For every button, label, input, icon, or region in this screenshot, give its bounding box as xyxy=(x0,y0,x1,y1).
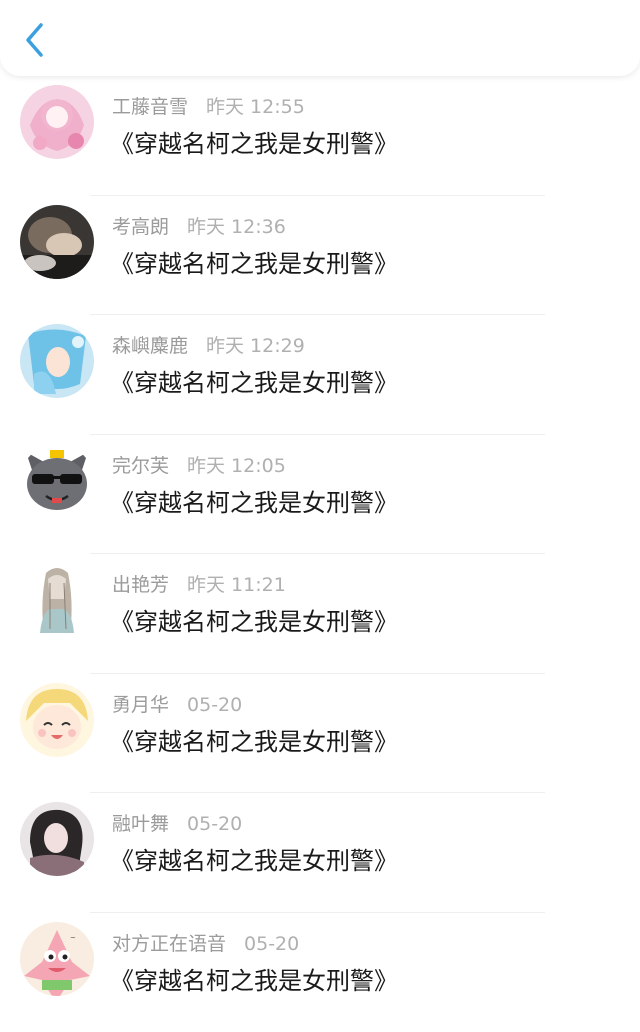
avatar[interactable] xyxy=(20,324,94,398)
list-item[interactable]: ~ 对方正在语音 05-20 《穿越名柯之我是女刑警》 xyxy=(0,913,640,1032)
message-text: 《穿越名柯之我是女刑警》 xyxy=(110,602,398,637)
message-text: 《穿越名柯之我是女刑警》 xyxy=(110,244,398,279)
message-text: 《穿越名柯之我是女刑警》 xyxy=(110,124,398,159)
avatar[interactable] xyxy=(20,802,94,876)
timestamp: 05-20 xyxy=(187,813,242,835)
sender-name: 勇月华 xyxy=(112,694,169,716)
avatar[interactable] xyxy=(20,444,94,518)
message-header: 出艳芳昨天 11:21 xyxy=(112,570,286,597)
timestamp: 昨天 12:36 xyxy=(187,216,286,238)
message-header: 森嶼麋鹿昨天 12:29 xyxy=(112,331,305,358)
list-item[interactable]: 融叶舞 05-20 《穿越名柯之我是女刑警》 xyxy=(0,793,640,913)
list-item[interactable]: 工藤音雪昨天 12:55 《穿越名柯之我是女刑警》 xyxy=(0,76,640,196)
message-text: 《穿越名柯之我是女刑警》 xyxy=(110,363,398,398)
message-header: 考高朗昨天 12:36 xyxy=(112,212,286,239)
sender-name: 工藤音雪 xyxy=(112,96,188,118)
message-text: 《穿越名柯之我是女刑警》 xyxy=(110,841,398,876)
message-text: 《穿越名柯之我是女刑警》 xyxy=(110,961,398,996)
sender-name: 考高朗 xyxy=(112,216,169,238)
chevron-left-icon xyxy=(23,22,45,58)
svg-text:~: ~ xyxy=(70,934,76,942)
avatar[interactable] xyxy=(20,683,94,757)
avatar[interactable] xyxy=(20,563,94,637)
timestamp: 昨天 12:05 xyxy=(187,455,286,477)
list-item[interactable]: 森嶼麋鹿昨天 12:29 《穿越名柯之我是女刑警》 xyxy=(0,315,640,435)
avatar[interactable] xyxy=(20,205,94,279)
avatar[interactable] xyxy=(20,85,94,159)
message-header: 完尔芙昨天 12:05 xyxy=(112,451,286,478)
message-header: 融叶舞 05-20 xyxy=(112,809,242,836)
sender-name: 完尔芙 xyxy=(112,455,169,477)
message-header: 对方正在语音 05-20 xyxy=(112,929,299,956)
message-list: 工藤音雪昨天 12:55 《穿越名柯之我是女刑警》 考高朗昨天 12:36 《穿… xyxy=(0,76,640,1032)
top-bar xyxy=(0,0,640,76)
list-item[interactable]: 完尔芙昨天 12:05 《穿越名柯之我是女刑警》 xyxy=(0,435,640,555)
timestamp: 昨天 12:29 xyxy=(206,335,305,357)
sender-name: 森嶼麋鹿 xyxy=(112,335,188,357)
list-item[interactable]: 出艳芳昨天 11:21 《穿越名柯之我是女刑警》 xyxy=(0,554,640,674)
sender-name: 对方正在语音 xyxy=(112,933,226,955)
timestamp: 05-20 xyxy=(244,933,299,955)
message-text: 《穿越名柯之我是女刑警》 xyxy=(110,722,398,757)
timestamp: 昨天 12:55 xyxy=(206,96,305,118)
list-item[interactable]: 勇月华 05-20 《穿越名柯之我是女刑警》 xyxy=(0,674,640,794)
avatar[interactable]: ~ xyxy=(20,922,94,996)
message-header: 工藤音雪昨天 12:55 xyxy=(112,92,305,119)
list-item[interactable]: 考高朗昨天 12:36 《穿越名柯之我是女刑警》 xyxy=(0,196,640,316)
sender-name: 融叶舞 xyxy=(112,813,169,835)
timestamp: 05-20 xyxy=(187,694,242,716)
timestamp: 昨天 11:21 xyxy=(187,574,286,596)
back-button[interactable] xyxy=(14,18,54,62)
sender-name: 出艳芳 xyxy=(112,574,169,596)
message-text: 《穿越名柯之我是女刑警》 xyxy=(110,483,398,518)
message-header: 勇月华 05-20 xyxy=(112,690,242,717)
